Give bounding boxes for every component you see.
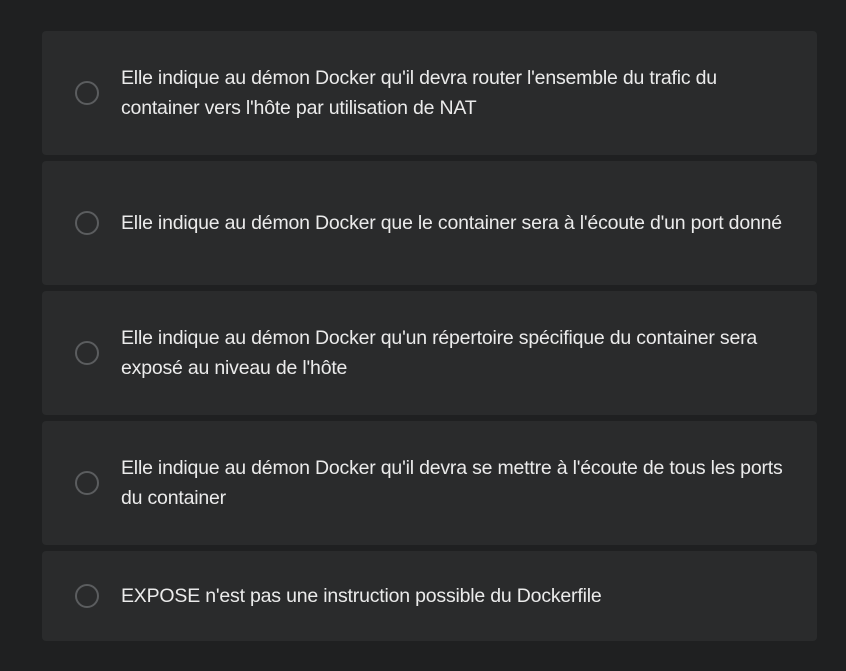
- radio-button-4[interactable]: [75, 471, 99, 495]
- answer-option-5[interactable]: EXPOSE n'est pas une instruction possibl…: [42, 551, 817, 641]
- radio-button-3[interactable]: [75, 341, 99, 365]
- answer-options-list: Elle indique au démon Docker qu'il devra…: [42, 31, 817, 647]
- answer-option-1-label: Elle indique au démon Docker qu'il devra…: [121, 67, 717, 119]
- answer-option-2-label: Elle indique au démon Docker que le cont…: [121, 212, 782, 234]
- answer-option-3[interactable]: Elle indique au démon Docker qu'un réper…: [42, 291, 817, 415]
- answer-option-1[interactable]: Elle indique au démon Docker qu'il devra…: [42, 31, 817, 155]
- answer-option-3-label: Elle indique au démon Docker qu'un réper…: [121, 327, 758, 379]
- radio-button-1[interactable]: [75, 81, 99, 105]
- radio-button-5[interactable]: [75, 584, 99, 608]
- answer-option-2[interactable]: Elle indique au démon Docker que le cont…: [42, 161, 817, 285]
- answer-option-4-label: Elle indique au démon Docker qu'il devra…: [121, 457, 783, 509]
- answer-option-5-label: EXPOSE n'est pas une instruction possibl…: [121, 585, 602, 607]
- radio-button-2[interactable]: [75, 211, 99, 235]
- answer-option-4[interactable]: Elle indique au démon Docker qu'il devra…: [42, 421, 817, 545]
